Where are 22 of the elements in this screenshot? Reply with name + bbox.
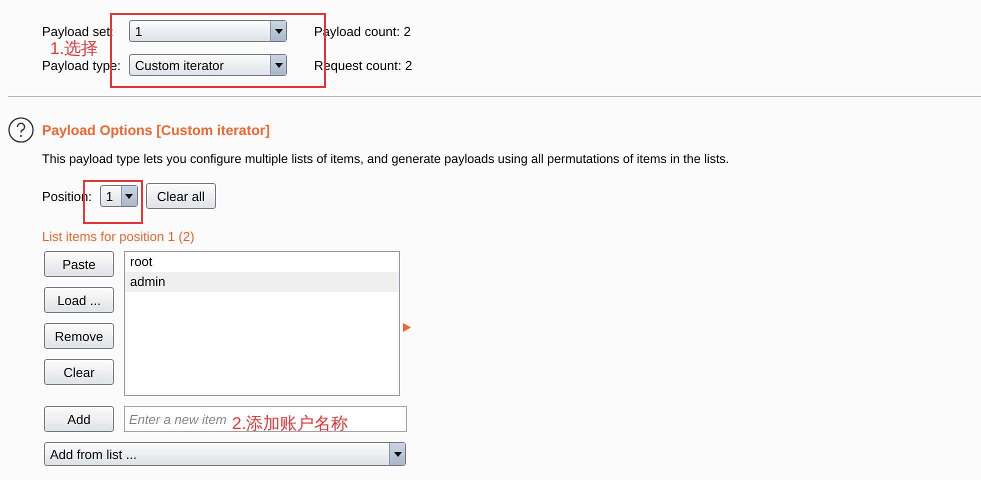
list-action-button[interactable]: Paste (44, 251, 114, 277)
position-dropdown[interactable]: 1 (100, 185, 138, 207)
clear-all-button[interactable]: Clear all (146, 183, 216, 209)
list-heading: List items for position 1 (2) (42, 229, 194, 244)
payload-set-dropdown[interactable]: 1 (129, 20, 287, 42)
help-icon[interactable] (8, 117, 34, 143)
section-title: Payload Options [Custom iterator] (42, 122, 270, 138)
add-button[interactable]: Add (44, 406, 114, 432)
list-action-button[interactable]: Remove (44, 323, 114, 349)
list-item[interactable]: admin (125, 272, 399, 292)
caret-icon (125, 194, 134, 198)
description: This payload type lets you configure multiple lists of items, and generate payloads using all permutations of items in the lists. (42, 152, 730, 166)
caret-icon (394, 452, 402, 456)
expand-arrow-icon[interactable] (403, 323, 411, 332)
add-from-list-dropdown[interactable]: Add from list ... (44, 442, 406, 466)
list-action-button[interactable]: Clear (44, 359, 114, 385)
caret-icon (274, 28, 282, 34)
annotation: 2.添加账户名称 (232, 413, 348, 435)
annotation: 1.选择 (50, 39, 98, 60)
caret-icon (274, 62, 282, 68)
payload-type-dropdown[interactable]: Custom iterator (129, 54, 287, 76)
list-action-button[interactable]: Load ... (44, 287, 114, 313)
